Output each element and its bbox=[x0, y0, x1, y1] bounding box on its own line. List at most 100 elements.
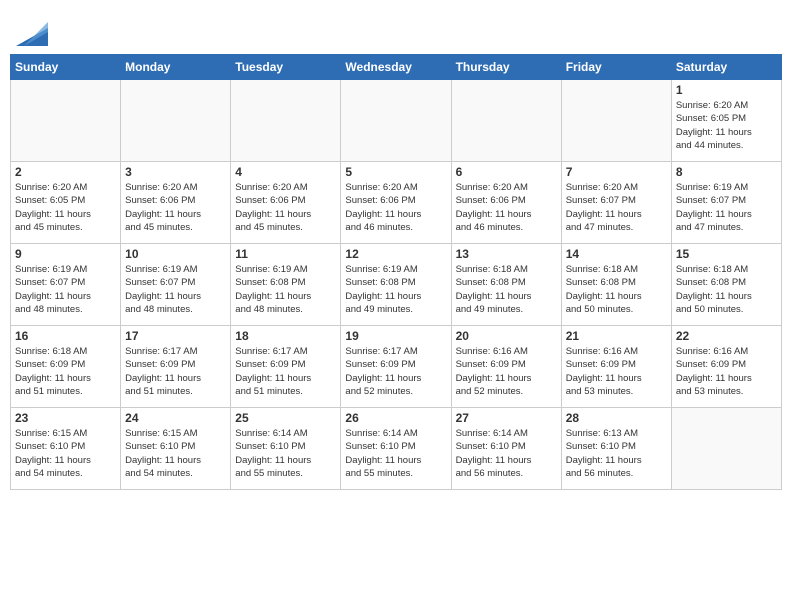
calendar-day-cell: 18 Sunrise: 6:17 AM Sunset: 6:09 PM Dayli… bbox=[231, 326, 341, 408]
day-number: 26 bbox=[345, 411, 446, 425]
day-number: 23 bbox=[15, 411, 116, 425]
calendar-day-cell: 28 Sunrise: 6:13 AM Sunset: 6:10 PM Dayli… bbox=[561, 408, 671, 490]
day-info: Sunrise: 6:17 AM Sunset: 6:09 PM Dayligh… bbox=[345, 345, 446, 398]
day-info: Sunrise: 6:14 AM Sunset: 6:10 PM Dayligh… bbox=[345, 427, 446, 480]
calendar-day-cell: 20 Sunrise: 6:16 AM Sunset: 6:09 PM Dayli… bbox=[451, 326, 561, 408]
calendar-day-header: Tuesday bbox=[231, 55, 341, 80]
day-info: Sunrise: 6:18 AM Sunset: 6:08 PM Dayligh… bbox=[456, 263, 557, 316]
day-number: 19 bbox=[345, 329, 446, 343]
calendar-day-cell bbox=[11, 80, 121, 162]
calendar-day-cell: 14Sunrise: 6:18 AM Sunset: 6:08 PM Dayli… bbox=[561, 244, 671, 326]
day-number: 10 bbox=[125, 247, 226, 261]
calendar-week-row: 9 Sunrise: 6:19 AM Sunset: 6:07 PM Daylig… bbox=[11, 244, 782, 326]
calendar-day-cell bbox=[231, 80, 341, 162]
calendar-week-row: 2 Sunrise: 6:20 AM Sunset: 6:05 PM Daylig… bbox=[11, 162, 782, 244]
calendar-day-cell: 23 Sunrise: 6:15 AM Sunset: 6:10 PM Dayli… bbox=[11, 408, 121, 490]
calendar-day-header: Wednesday bbox=[341, 55, 451, 80]
day-info: Sunrise: 6:19 AM Sunset: 6:07 PM Dayligh… bbox=[125, 263, 226, 316]
logo bbox=[14, 18, 48, 46]
day-number: 24 bbox=[125, 411, 226, 425]
calendar-day-cell: 6 Sunrise: 6:20 AM Sunset: 6:06 PM Daylig… bbox=[451, 162, 561, 244]
day-number: 13 bbox=[456, 247, 557, 261]
day-number: 27 bbox=[456, 411, 557, 425]
day-number: 11 bbox=[235, 247, 336, 261]
calendar-day-cell: 22 Sunrise: 6:16 AM Sunset: 6:09 PM Dayli… bbox=[671, 326, 781, 408]
calendar-day-cell: 24 Sunrise: 6:15 AM Sunset: 6:10 PM Dayli… bbox=[121, 408, 231, 490]
day-number: 18 bbox=[235, 329, 336, 343]
calendar-day-cell bbox=[451, 80, 561, 162]
calendar-week-row: 16 Sunrise: 6:18 AM Sunset: 6:09 PM Dayli… bbox=[11, 326, 782, 408]
logo-icon bbox=[16, 18, 48, 46]
day-info: Sunrise: 6:20 AM Sunset: 6:06 PM Dayligh… bbox=[456, 181, 557, 234]
calendar-day-cell: 27 Sunrise: 6:14 AM Sunset: 6:10 PM Dayli… bbox=[451, 408, 561, 490]
calendar-day-cell: 7Sunrise: 6:20 AM Sunset: 6:07 PM Daylig… bbox=[561, 162, 671, 244]
calendar-day-cell: 8 Sunrise: 6:19 AM Sunset: 6:07 PM Daylig… bbox=[671, 162, 781, 244]
calendar-day-cell: 9 Sunrise: 6:19 AM Sunset: 6:07 PM Daylig… bbox=[11, 244, 121, 326]
calendar-day-cell: 3Sunrise: 6:20 AM Sunset: 6:06 PM Daylig… bbox=[121, 162, 231, 244]
day-info: Sunrise: 6:16 AM Sunset: 6:09 PM Dayligh… bbox=[456, 345, 557, 398]
day-number: 1 bbox=[676, 83, 777, 97]
day-number: 15 bbox=[676, 247, 777, 261]
calendar-day-cell: 13 Sunrise: 6:18 AM Sunset: 6:08 PM Dayli… bbox=[451, 244, 561, 326]
calendar-day-cell bbox=[671, 408, 781, 490]
day-info: Sunrise: 6:15 AM Sunset: 6:10 PM Dayligh… bbox=[15, 427, 116, 480]
calendar-day-cell: 11 Sunrise: 6:19 AM Sunset: 6:08 PM Dayli… bbox=[231, 244, 341, 326]
day-number: 28 bbox=[566, 411, 667, 425]
day-number: 2 bbox=[15, 165, 116, 179]
calendar-day-cell: 21 Sunrise: 6:16 AM Sunset: 6:09 PM Dayli… bbox=[561, 326, 671, 408]
day-number: 6 bbox=[456, 165, 557, 179]
day-number: 12 bbox=[345, 247, 446, 261]
calendar-day-cell bbox=[561, 80, 671, 162]
calendar-day-header: Saturday bbox=[671, 55, 781, 80]
day-number: 16 bbox=[15, 329, 116, 343]
calendar-week-row: 23 Sunrise: 6:15 AM Sunset: 6:10 PM Dayli… bbox=[11, 408, 782, 490]
day-number: 25 bbox=[235, 411, 336, 425]
day-number: 4 bbox=[235, 165, 336, 179]
calendar-day-cell: 16 Sunrise: 6:18 AM Sunset: 6:09 PM Dayli… bbox=[11, 326, 121, 408]
day-info: Sunrise: 6:18 AM Sunset: 6:08 PM Dayligh… bbox=[566, 263, 667, 316]
calendar-day-cell bbox=[121, 80, 231, 162]
calendar-day-cell: 1 Sunrise: 6:20 AM Sunset: 6:05 PM Daylig… bbox=[671, 80, 781, 162]
day-info: Sunrise: 6:13 AM Sunset: 6:10 PM Dayligh… bbox=[566, 427, 667, 480]
day-info: Sunrise: 6:18 AM Sunset: 6:09 PM Dayligh… bbox=[15, 345, 116, 398]
day-info: Sunrise: 6:14 AM Sunset: 6:10 PM Dayligh… bbox=[456, 427, 557, 480]
day-number: 3 bbox=[125, 165, 226, 179]
calendar-day-cell: 15 Sunrise: 6:18 AM Sunset: 6:08 PM Dayli… bbox=[671, 244, 781, 326]
calendar-week-row: 1 Sunrise: 6:20 AM Sunset: 6:05 PM Daylig… bbox=[11, 80, 782, 162]
day-info: Sunrise: 6:16 AM Sunset: 6:09 PM Dayligh… bbox=[676, 345, 777, 398]
day-info: Sunrise: 6:16 AM Sunset: 6:09 PM Dayligh… bbox=[566, 345, 667, 398]
day-number: 7 bbox=[566, 165, 667, 179]
day-number: 5 bbox=[345, 165, 446, 179]
calendar-header-row: SundayMondayTuesdayWednesdayThursdayFrid… bbox=[11, 55, 782, 80]
calendar-day-header: Friday bbox=[561, 55, 671, 80]
day-number: 21 bbox=[566, 329, 667, 343]
day-info: Sunrise: 6:14 AM Sunset: 6:10 PM Dayligh… bbox=[235, 427, 336, 480]
day-info: Sunrise: 6:20 AM Sunset: 6:05 PM Dayligh… bbox=[676, 99, 777, 152]
day-number: 17 bbox=[125, 329, 226, 343]
day-info: Sunrise: 6:17 AM Sunset: 6:09 PM Dayligh… bbox=[235, 345, 336, 398]
day-number: 8 bbox=[676, 165, 777, 179]
calendar-day-cell: 2 Sunrise: 6:20 AM Sunset: 6:05 PM Daylig… bbox=[11, 162, 121, 244]
day-info: Sunrise: 6:17 AM Sunset: 6:09 PM Dayligh… bbox=[125, 345, 226, 398]
calendar-day-cell: 17 Sunrise: 6:17 AM Sunset: 6:09 PM Dayli… bbox=[121, 326, 231, 408]
day-info: Sunrise: 6:19 AM Sunset: 6:08 PM Dayligh… bbox=[345, 263, 446, 316]
calendar-day-header: Monday bbox=[121, 55, 231, 80]
day-info: Sunrise: 6:18 AM Sunset: 6:08 PM Dayligh… bbox=[676, 263, 777, 316]
day-info: Sunrise: 6:19 AM Sunset: 6:07 PM Dayligh… bbox=[15, 263, 116, 316]
calendar-day-cell bbox=[341, 80, 451, 162]
calendar-day-cell: 4 Sunrise: 6:20 AM Sunset: 6:06 PM Daylig… bbox=[231, 162, 341, 244]
day-number: 22 bbox=[676, 329, 777, 343]
day-info: Sunrise: 6:20 AM Sunset: 6:06 PM Dayligh… bbox=[345, 181, 446, 234]
calendar-day-cell: 26 Sunrise: 6:14 AM Sunset: 6:10 PM Dayli… bbox=[341, 408, 451, 490]
day-number: 9 bbox=[15, 247, 116, 261]
day-info: Sunrise: 6:15 AM Sunset: 6:10 PM Dayligh… bbox=[125, 427, 226, 480]
day-info: Sunrise: 6:19 AM Sunset: 6:08 PM Dayligh… bbox=[235, 263, 336, 316]
day-number: 20 bbox=[456, 329, 557, 343]
calendar-table: SundayMondayTuesdayWednesdayThursdayFrid… bbox=[10, 54, 782, 490]
calendar-day-cell: 10 Sunrise: 6:19 AM Sunset: 6:07 PM Dayli… bbox=[121, 244, 231, 326]
calendar-day-cell: 19 Sunrise: 6:17 AM Sunset: 6:09 PM Dayli… bbox=[341, 326, 451, 408]
day-info: Sunrise: 6:20 AM Sunset: 6:05 PM Dayligh… bbox=[15, 181, 116, 234]
day-info: Sunrise: 6:19 AM Sunset: 6:07 PM Dayligh… bbox=[676, 181, 777, 234]
day-info: Sunrise: 6:20 AM Sunset: 6:06 PM Dayligh… bbox=[235, 181, 336, 234]
calendar-day-cell: 5 Sunrise: 6:20 AM Sunset: 6:06 PM Daylig… bbox=[341, 162, 451, 244]
